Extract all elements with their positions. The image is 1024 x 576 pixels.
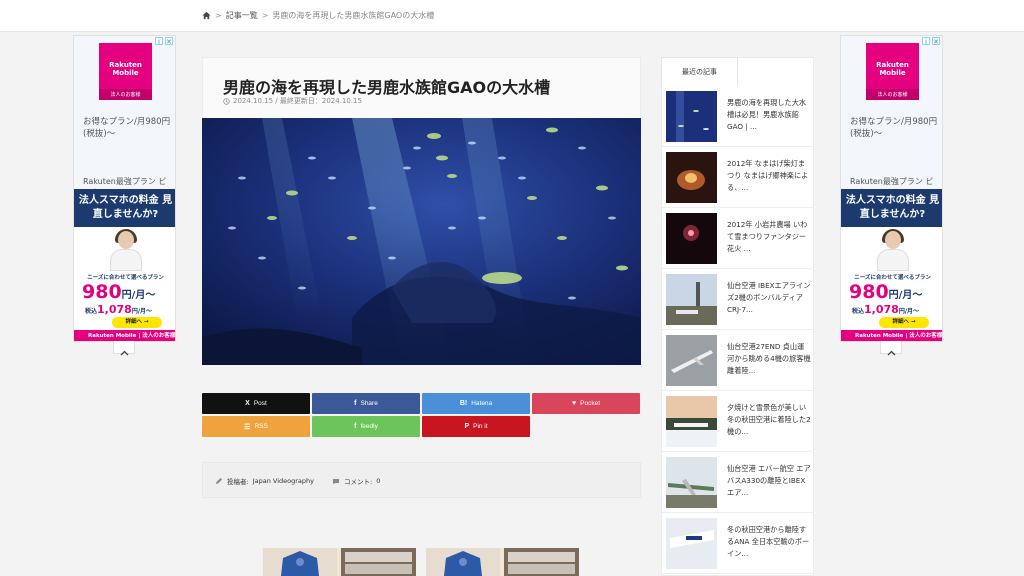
- share-button-feedly[interactable]: f feedly: [312, 416, 420, 437]
- ad-banner-title: 法人スマホの料金 見直しませんか?: [841, 189, 942, 227]
- post-thumbnail[interactable]: [666, 152, 717, 203]
- share-icon: f: [354, 423, 357, 430]
- tab-recent-posts[interactable]: 最近の記事: [661, 57, 738, 86]
- breadcrumb-item-articles[interactable]: 記事一覧: [226, 10, 258, 21]
- share-label: Pin it: [473, 423, 488, 430]
- share-label: Post: [253, 400, 267, 407]
- ad-info-icon[interactable]: i: [155, 37, 163, 46]
- post-thumbnail[interactable]: [666, 213, 717, 264]
- post-title[interactable]: 仙台空港 エバー航空 エアバスA330の離陸とIBEXエア...: [727, 463, 811, 499]
- list-item[interactable]: 仙台空港 IBEXエアラインズ2機のボンバルディアCRJ-7...: [661, 269, 814, 330]
- hero-image-aquarium: [202, 118, 641, 365]
- share-icon: B!: [459, 400, 468, 407]
- post-title[interactable]: 仙台空港27END 貞山運河から眺める4機の旅客機離着陸...: [727, 341, 811, 377]
- share-label: Hatena: [471, 400, 493, 407]
- related-post-thumbnail[interactable]: [426, 548, 579, 576]
- post-title[interactable]: 冬の秋田空港から離陸するANA 全日本空輸のボーイン...: [727, 524, 811, 560]
- list-item[interactable]: 2012年 なまはげ柴灯まつり なまはげ郷神楽による、...: [661, 147, 814, 208]
- pencil-icon: [216, 478, 222, 484]
- ad-text[interactable]: お得なプラン/月980円(税抜)〜: [850, 116, 938, 140]
- ad-plan-text: ニーズに合わせて選べるプラン: [87, 275, 164, 281]
- author-box: 投稿者: Japan Videography コメント: 0: [202, 462, 641, 498]
- share-label: Share: [360, 400, 378, 407]
- ad-price: 980円/月〜: [849, 281, 923, 303]
- post-title[interactable]: 夕焼けと雪景色が美しい冬の秋田空港に着陸した2機の...: [727, 402, 811, 438]
- share-button-pin-it[interactable]: P Pin it: [422, 416, 530, 437]
- related-post-thumbnail[interactable]: [263, 548, 416, 576]
- rakuten-mobile-logo[interactable]: Rakuten Mobile 法人のお客様: [866, 43, 919, 100]
- side-ad-left[interactable]: i ✕ Rakuten Mobile 法人のお客様 お得なプラン/月980円(税…: [73, 35, 176, 342]
- share-button-pocket[interactable]: ♥ Pocket: [532, 393, 640, 414]
- list-item[interactable]: 仙台空港27END 貞山運河から眺める4機の旅客機離着陸...: [661, 330, 814, 391]
- list-item[interactable]: 男鹿の海を再現した大水槽は必見！男鹿水族館GAO | ...: [661, 86, 814, 147]
- ad-collapse-button[interactable]: [113, 341, 135, 356]
- ad-price-tax: 税込1,078円/月〜: [85, 303, 153, 316]
- post-title[interactable]: 仙台空港 IBEXエアラインズ2機のボンバルディアCRJ-7...: [727, 280, 811, 316]
- ad-banner-title: 法人スマホの料金 見直しませんか?: [74, 189, 175, 227]
- ad-detail-button[interactable]: 詳細へ →: [112, 317, 162, 328]
- share-label: feedly: [360, 423, 378, 430]
- ad-close-icon[interactable]: ✕: [165, 37, 173, 46]
- post-thumbnail[interactable]: [666, 274, 717, 325]
- list-item[interactable]: 夕焼けと雪景色が美しい冬の秋田空港に着陸した2機の...: [661, 391, 814, 452]
- post-thumbnail[interactable]: [666, 518, 717, 569]
- share-icon: P: [464, 423, 470, 430]
- share-button-hatena[interactable]: B! Hatena: [422, 393, 530, 414]
- chevron-up-icon: [120, 350, 128, 356]
- post-title[interactable]: 2012年 小岩井農場 いわて雪まつりファンタジー花火 ...: [727, 219, 811, 255]
- ad-person-image: [869, 229, 917, 271]
- post-date: 2024.10.15 / 最終更新日：2024.10.15: [223, 96, 362, 106]
- breadcrumb-separator: >: [261, 11, 269, 20]
- post-title[interactable]: 男鹿の海を再現した大水槽は必見！男鹿水族館GAO | ...: [727, 97, 811, 133]
- breadcrumb: > 記事一覧 > 男鹿の海を再現した男鹿水族館GAOの大水槽: [202, 10, 434, 21]
- breadcrumb-separator: >: [215, 11, 222, 20]
- ad-collapse-button[interactable]: [880, 341, 902, 356]
- comments-label: コメント:: [343, 478, 373, 486]
- breadcrumb-current: 男鹿の海を再現した男鹿水族館GAOの大水槽: [272, 11, 435, 20]
- page-title: 男鹿の海を再現した男鹿水族館GAOの大水槽: [223, 78, 551, 97]
- ad-banner[interactable]: 法人スマホの料金 見直しませんか? ニーズに合わせて選べるプラン 980円/月〜…: [74, 189, 175, 341]
- share-icon: f: [354, 400, 357, 407]
- list-item[interactable]: 2012年 小岩井農場 いわて雪まつりファンタジー花火 ...: [661, 208, 814, 269]
- ad-close-icon[interactable]: ✕: [932, 37, 940, 46]
- share-icon: ♥: [571, 400, 577, 407]
- breadcrumb-bar: > 記事一覧 > 男鹿の海を再現した男鹿水族館GAOの大水槽: [0, 0, 1024, 32]
- share-icon: X: [245, 400, 250, 407]
- chevron-up-icon: [887, 350, 895, 356]
- home-icon[interactable]: [202, 11, 211, 20]
- comment-icon: [332, 478, 339, 484]
- list-item[interactable]: 仙台空港 エバー航空 エアバスA330の離陸とIBEXエア...: [661, 452, 814, 513]
- post-thumbnail[interactable]: [666, 396, 717, 447]
- comments-count[interactable]: 0: [376, 477, 380, 485]
- ad-info-icon[interactable]: i: [922, 37, 930, 46]
- post-thumbnail[interactable]: [666, 91, 717, 142]
- ad-price-tax: 税込1,078円/月〜: [852, 303, 920, 316]
- share-button-rss[interactable]: ☰ RSS: [202, 416, 310, 437]
- ad-person-image: [102, 229, 150, 271]
- ad-detail-button[interactable]: 詳細へ →: [879, 317, 929, 328]
- list-item[interactable]: 冬の秋田空港から離陸するANA 全日本空輸のボーイン...: [661, 513, 814, 574]
- author-name[interactable]: Japan Videography: [253, 477, 314, 485]
- share-label: Pocket: [580, 400, 601, 407]
- ad-price: 980円/月〜: [82, 281, 156, 303]
- ad-banner[interactable]: 法人スマホの料金 見直しませんか? ニーズに合わせて選べるプラン 980円/月〜…: [841, 189, 942, 341]
- ad-text[interactable]: お得なプラン/月980円(税抜)〜: [83, 116, 171, 140]
- share-button-post[interactable]: X Post: [202, 393, 310, 414]
- share-label: RSS: [254, 423, 268, 430]
- rakuten-mobile-logo[interactable]: Rakuten Mobile 法人のお客様: [99, 43, 152, 100]
- share-button-share[interactable]: f Share: [312, 393, 420, 414]
- ad-plan-text: ニーズに合わせて選べるプラン: [854, 275, 931, 281]
- side-ad-right[interactable]: i ✕ Rakuten Mobile 法人のお客様 お得なプラン/月980円(税…: [840, 35, 943, 342]
- clock-icon: [223, 97, 230, 105]
- post-thumbnail[interactable]: [666, 457, 717, 508]
- share-icon: ☰: [244, 423, 251, 431]
- author-label: 投稿者:: [227, 478, 249, 486]
- post-title[interactable]: 2012年 なまはげ柴灯まつり なまはげ郷神楽による、...: [727, 158, 811, 194]
- post-thumbnail[interactable]: [666, 335, 717, 386]
